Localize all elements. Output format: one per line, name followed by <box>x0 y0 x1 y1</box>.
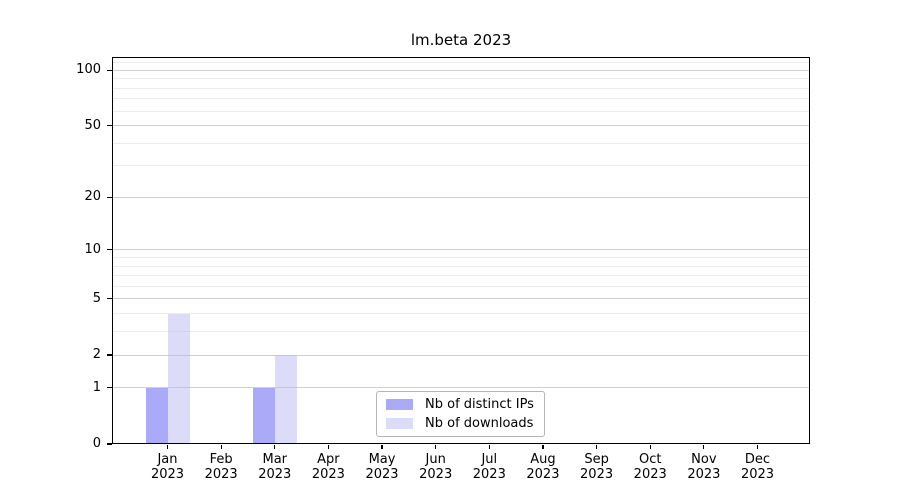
gridline-major <box>113 354 809 356</box>
chart-title: lm.beta 2023 <box>410 31 512 49</box>
x-tick-mark <box>166 445 169 449</box>
gridline-major <box>113 249 809 251</box>
legend-swatch-icon <box>386 418 413 429</box>
gridline-minor <box>113 78 809 80</box>
gridline-major <box>113 125 809 127</box>
x-tick-mark <box>435 445 437 449</box>
gridline-major <box>113 387 809 389</box>
legend: Nb of distinct IPs Nb of downloads <box>376 391 545 437</box>
y-tick-label: 2 <box>92 347 101 363</box>
gridline-minor <box>113 62 809 64</box>
y-tick-mark <box>107 354 112 356</box>
chart-figure: lm.beta 2023 0 1 2 5 10 20 50 100 Jan 2023 Feb 2023… <box>0 0 900 500</box>
bar-distinct-ips <box>145 387 168 444</box>
bar-distinct-ips <box>252 387 275 444</box>
legend-item: Nb of distinct IPs <box>386 397 536 412</box>
gridline-minor <box>113 98 809 100</box>
y-tick-label: 5 <box>92 290 101 306</box>
x-tick-mark <box>327 445 329 449</box>
x-tick-mark <box>703 445 705 449</box>
bar-downloads <box>167 313 190 444</box>
gridline-major <box>113 298 809 300</box>
x-tick-mark <box>542 445 544 449</box>
legend-label: Nb of distinct IPs <box>425 397 534 412</box>
x-tick-mark <box>274 445 276 449</box>
legend-item: Nb of downloads <box>386 416 536 431</box>
x-tick-mark <box>488 445 490 449</box>
gridline-minor <box>113 257 809 259</box>
y-tick-label: 100 <box>76 62 101 78</box>
gridline-minor <box>113 313 809 315</box>
gridline-minor <box>113 331 809 333</box>
y-tick-label: 1 <box>92 379 101 395</box>
x-tick-mark <box>381 445 383 449</box>
y-tick-mark <box>107 69 112 71</box>
x-tick-label: Dec 2023 <box>725 452 789 482</box>
gridline-minor <box>113 275 809 277</box>
plot-area-border <box>112 57 810 444</box>
y-tick-mark <box>107 387 112 389</box>
legend-swatch-icon <box>386 399 413 410</box>
y-tick-label: 50 <box>84 117 101 133</box>
gridline-major <box>113 69 809 71</box>
gridline-major <box>113 196 809 198</box>
y-tick-mark <box>107 249 112 251</box>
y-tick-label: 10 <box>84 241 101 257</box>
x-tick-year: 2023 <box>740 467 775 482</box>
gridline-minor <box>113 87 809 89</box>
y-tick-mark <box>107 196 112 199</box>
gridline-minor <box>113 110 809 112</box>
x-tick-mark <box>220 445 222 449</box>
gridline-minor <box>113 285 809 287</box>
y-tick-mark <box>107 125 112 127</box>
gridline-minor <box>113 165 809 167</box>
x-tick-month: Dec <box>744 452 771 467</box>
x-tick-mark <box>595 445 598 449</box>
x-tick-mark <box>649 445 651 449</box>
y-tick-label: 20 <box>84 189 101 205</box>
y-tick-mark <box>107 298 112 300</box>
x-tick-mark <box>756 445 759 449</box>
legend-label: Nb of downloads <box>425 416 534 431</box>
y-tick-mark <box>107 443 112 445</box>
gridline-minor <box>113 142 809 144</box>
y-tick-label: 0 <box>92 436 101 451</box>
gridline-minor <box>113 265 809 267</box>
bar-downloads <box>274 355 297 444</box>
